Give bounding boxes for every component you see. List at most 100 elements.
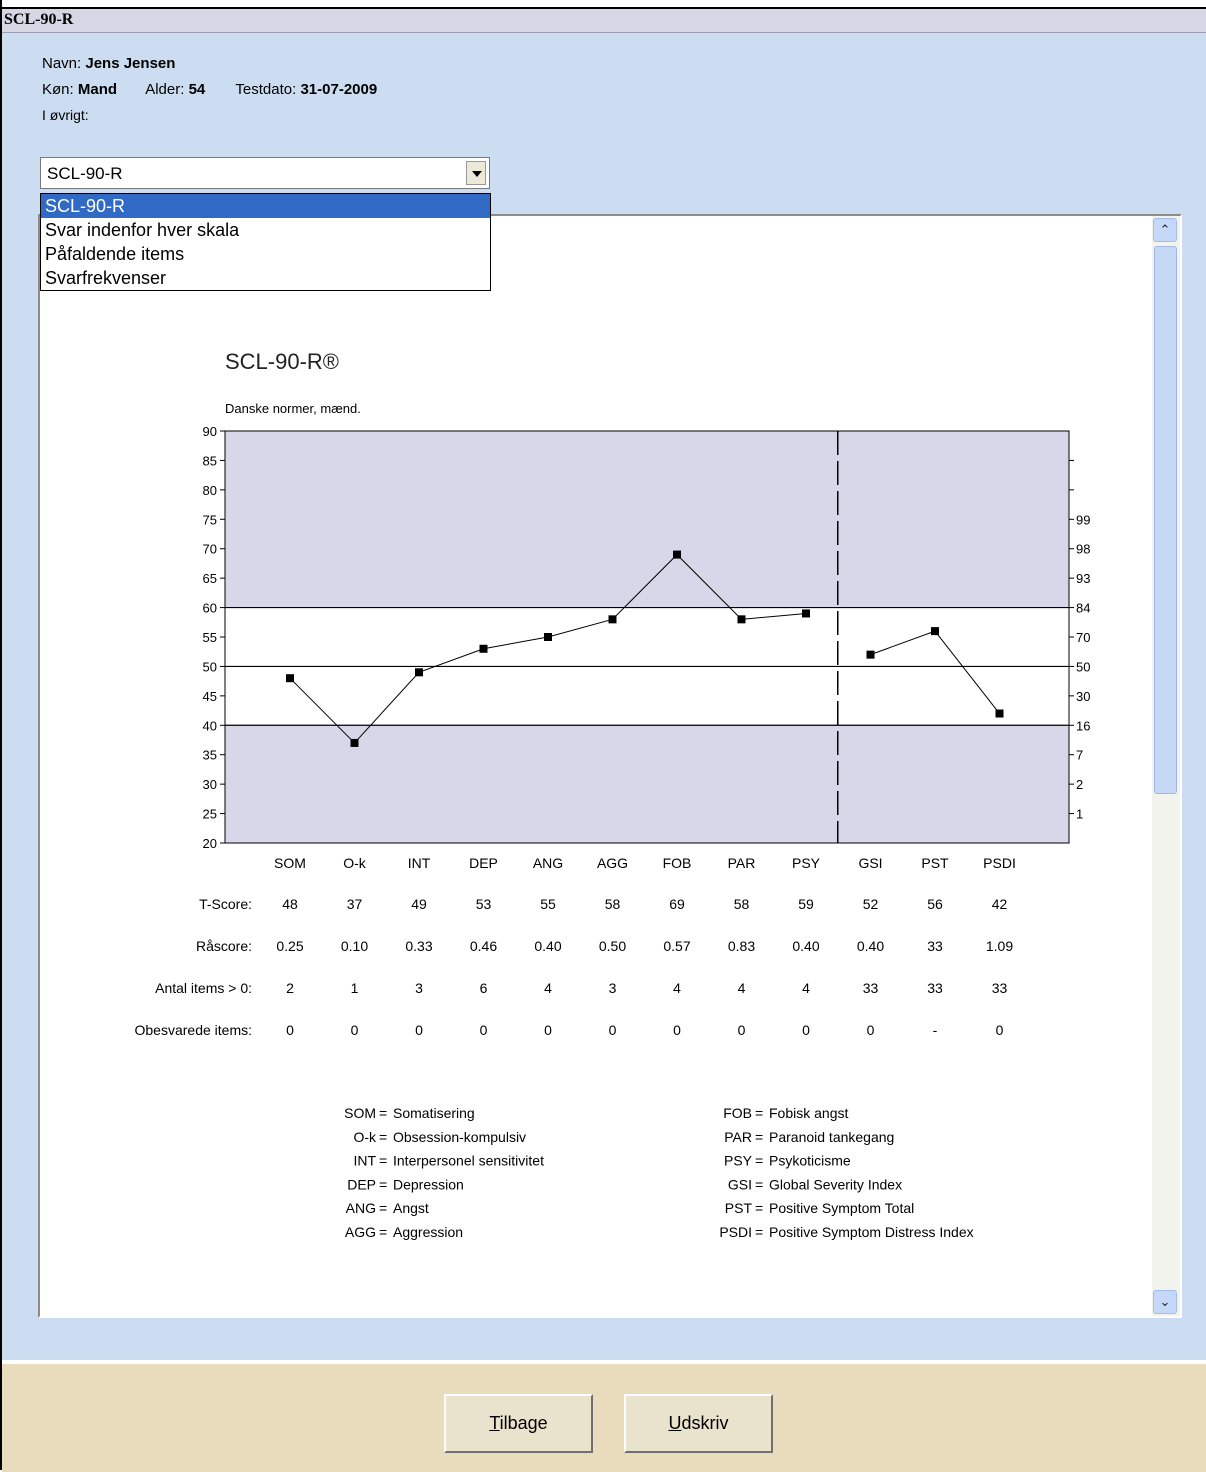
gender-label: Køn:: [42, 81, 74, 98]
score-cell: 3: [609, 980, 617, 996]
y-tick-label: 60: [203, 601, 217, 616]
x-tick-label: GSI: [858, 855, 882, 871]
x-tick-label: PAR: [728, 855, 756, 871]
score-cell: 0.57: [663, 938, 690, 954]
score-cell: 52: [863, 896, 879, 912]
right-axis-tick-label: 30: [1076, 689, 1090, 704]
score-cell: 0: [286, 1022, 294, 1038]
data-point: [544, 633, 552, 641]
report-option-svarfrekvenser[interactable]: Svarfrekvenser: [41, 266, 490, 290]
score-cell: 58: [734, 896, 750, 912]
right-axis-tick-label: 98: [1076, 542, 1090, 557]
score-cell: 0: [609, 1022, 617, 1038]
right-axis-tick-label: 7: [1076, 748, 1083, 763]
scroll-thumb[interactable]: [1154, 246, 1177, 794]
score-cell: 0: [802, 1022, 810, 1038]
back-button[interactable]: Tilbage: [444, 1394, 593, 1453]
score-cell: 0.50: [599, 938, 626, 954]
score-cell: 49: [411, 896, 427, 912]
report-option-scl90r[interactable]: SCL-90-R: [41, 194, 490, 218]
score-cell: 53: [476, 896, 492, 912]
report-select-list: SCL-90-R Svar indenfor hver skala Påfald…: [40, 193, 491, 291]
vertical-scrollbar[interactable]: ⌃ ⌄: [1152, 216, 1180, 1316]
legend-text: Fobisk angst: [769, 1105, 848, 1121]
score-cell: 0.40: [792, 938, 819, 954]
score-cell: 4: [738, 980, 746, 996]
right-axis-tick-label: 70: [1076, 630, 1090, 645]
chart-title: SCL-90-R®: [225, 349, 339, 374]
series-line: [870, 630, 1000, 714]
legend-eq: =: [379, 1105, 387, 1121]
score-cell: 0: [351, 1022, 359, 1038]
score-row-label: T-Score:: [199, 896, 252, 912]
upper-shaded-band: [225, 431, 1069, 608]
report-select-value: SCL-90-R: [47, 164, 123, 183]
chevron-down-icon: ⌄: [1159, 1294, 1171, 1309]
report-panel: SCL-90-R® Danske normer, mænd. 20 25 30 35 40 4…: [38, 214, 1182, 1318]
chart-subtitle: Danske normer, mænd.: [225, 401, 361, 416]
score-cell: 0.40: [534, 938, 561, 954]
y-tick-label: 65: [203, 571, 217, 586]
data-point: [673, 550, 681, 559]
x-tick-label: PST: [921, 855, 949, 871]
score-cell: -: [933, 1022, 938, 1038]
score-cell: 33: [927, 980, 943, 996]
score-cell: 59: [798, 896, 814, 912]
patient-name: Jens Jensen: [85, 55, 176, 72]
score-cell: 33: [863, 980, 879, 996]
legend-abbr: PST: [725, 1200, 753, 1216]
data-point: [286, 674, 294, 683]
score-cell: 0: [544, 1022, 552, 1038]
right-axis-tick-label: 2: [1076, 777, 1083, 792]
window-title: SCL-90-R: [4, 11, 74, 28]
dropdown-arrow-icon[interactable]: [466, 161, 486, 185]
report-option-paafaldende[interactable]: Påfaldende items: [41, 242, 490, 266]
report-option-svar-indenfor[interactable]: Svar indenfor hver skala: [41, 218, 490, 242]
legend-abbr: PAR: [724, 1129, 752, 1145]
score-cell: 2: [286, 980, 294, 996]
legend-eq: =: [379, 1200, 387, 1216]
score-cell: 4: [802, 980, 810, 996]
age-label: Alder:: [145, 81, 185, 98]
print-label: dskriv: [681, 1413, 729, 1433]
right-axis-tick-label: 1: [1076, 807, 1083, 822]
score-cell: 33: [992, 980, 1008, 996]
data-point: [802, 609, 810, 618]
score-row-label: Obesvarede items:: [135, 1022, 253, 1038]
button-bar: Tilbage Udskriv: [2, 1362, 1206, 1472]
legend-eq: =: [755, 1129, 763, 1145]
scroll-up-button[interactable]: ⌃: [1153, 218, 1177, 242]
legend-abbr: PSY: [724, 1153, 753, 1169]
x-tick-label: AGG: [597, 855, 628, 871]
print-button[interactable]: Udskriv: [624, 1394, 773, 1453]
x-tick-label: SOM: [274, 855, 306, 871]
report-select[interactable]: SCL-90-R: [40, 157, 490, 189]
patient-gender: Mand: [77, 81, 118, 98]
legend-text: Obsession-kompulsiv: [393, 1129, 526, 1145]
y-tick-label: 30: [203, 777, 217, 792]
legend-eq: =: [755, 1176, 763, 1192]
x-tick-label: ANG: [533, 855, 563, 871]
legend-eq: =: [379, 1176, 387, 1192]
name-label: Navn:: [42, 55, 82, 72]
right-axis-tick-label: 93: [1076, 571, 1090, 586]
score-cell: 0.46: [470, 938, 497, 954]
legend-abbr: PSDI: [719, 1224, 752, 1240]
y-tick-label: 20: [203, 836, 217, 851]
legend-eq: =: [379, 1224, 387, 1240]
legend-abbr: GSI: [728, 1176, 752, 1192]
score-cell: 58: [605, 896, 621, 912]
y-tick-label: 70: [203, 542, 217, 557]
x-tick-label: DEP: [469, 855, 498, 871]
legend-eq: =: [755, 1224, 763, 1240]
legend-text: Interpersonel sensitivitet: [393, 1153, 544, 1169]
patient-name-line: Navn: Jens Jensen: [42, 55, 175, 72]
scroll-down-button[interactable]: ⌄: [1153, 1290, 1177, 1314]
legend-abbr: FOB: [723, 1105, 752, 1121]
patient-age: 54: [188, 81, 206, 98]
score-cell: 56: [927, 896, 943, 912]
test-date: 31-07-2009: [300, 81, 378, 98]
y-tick-label: 45: [203, 689, 217, 704]
score-cell: 0: [738, 1022, 746, 1038]
legend-abbr: ANG: [346, 1200, 376, 1216]
